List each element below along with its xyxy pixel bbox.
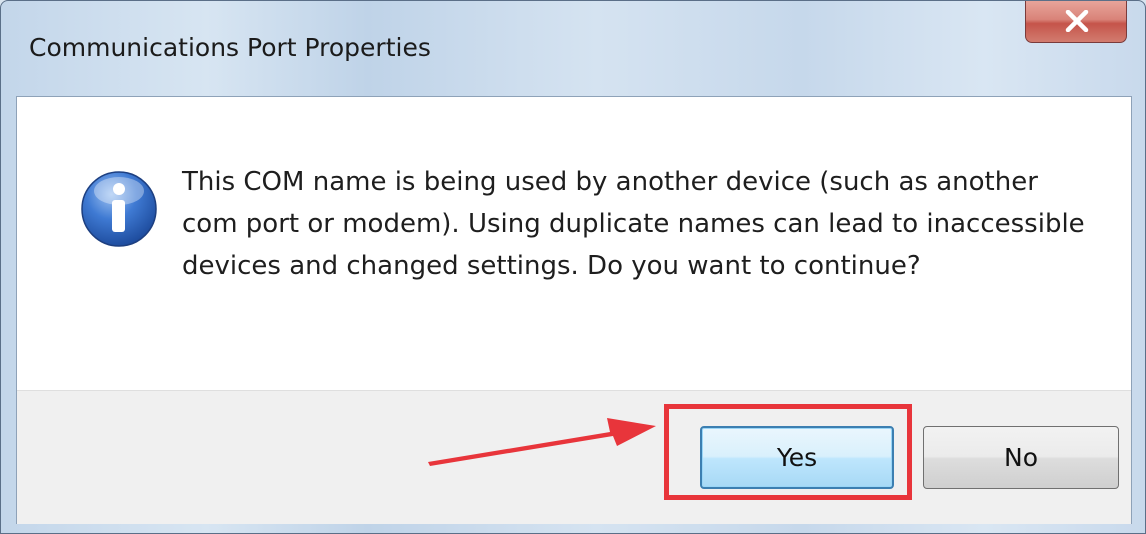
window-title: Communications Port Properties [29,33,431,62]
dialog-message: This COM name is being used by another d… [182,167,1085,281]
button-bar: Yes No [17,390,1131,524]
close-icon [1065,10,1089,32]
title-bar: Communications Port Properties [1,1,1145,96]
yes-button[interactable]: Yes [700,426,894,489]
dialog-body: This COM name is being used by another d… [16,96,1132,524]
no-button[interactable]: No [923,426,1119,489]
info-icon [81,171,157,247]
dialog-window: Communications Port Properties This COM … [0,0,1146,534]
close-button[interactable] [1025,1,1127,43]
